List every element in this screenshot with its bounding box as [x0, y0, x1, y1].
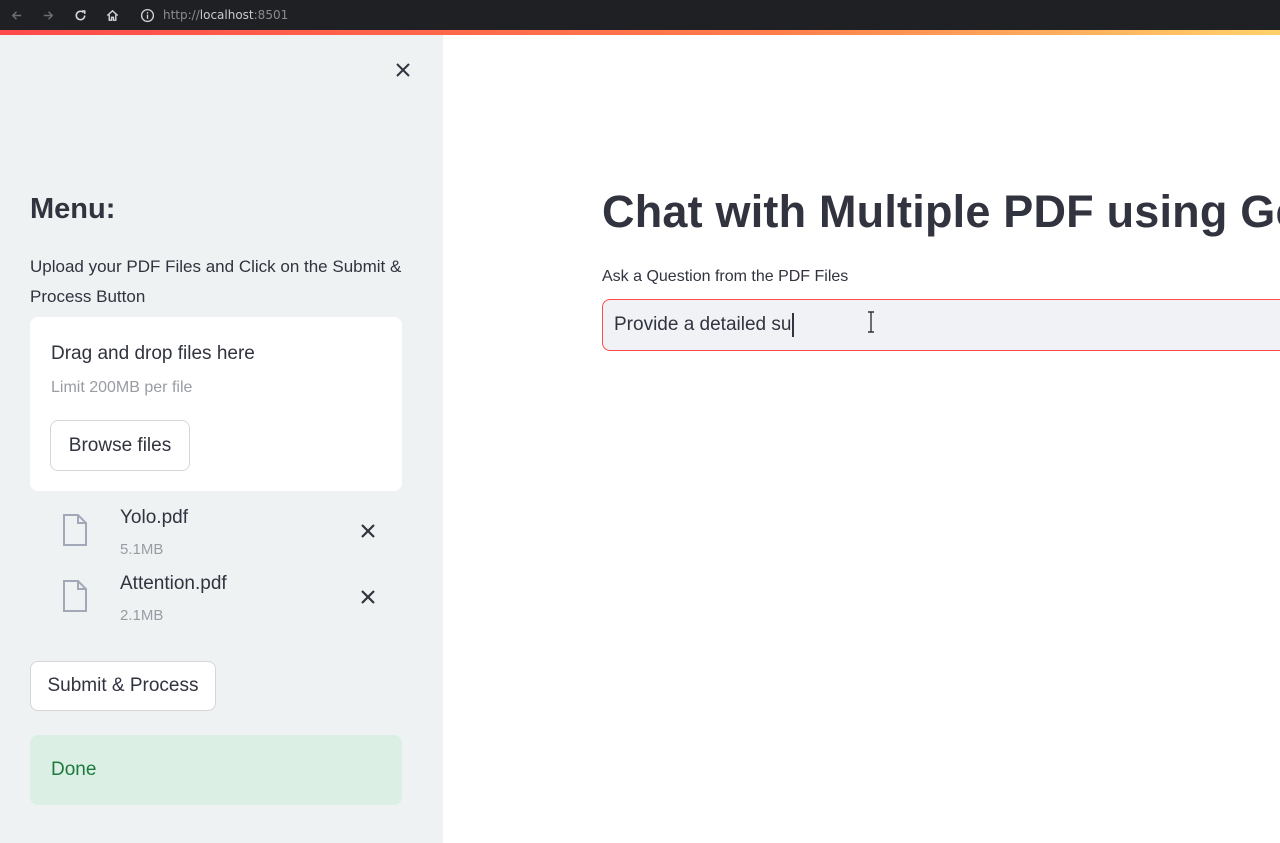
- site-info-icon[interactable]: [140, 8, 155, 23]
- back-arrow-icon[interactable]: [0, 1, 32, 29]
- sidebar: Menu: Upload your PDF Files and Click on…: [0, 35, 443, 843]
- success-alert: Done: [30, 735, 402, 805]
- submit-process-button[interactable]: Submit & Process: [30, 661, 216, 711]
- close-icon: [361, 590, 375, 604]
- question-input[interactable]: Provide a detailed su: [602, 299, 1280, 351]
- forward-arrow-icon[interactable]: [32, 1, 64, 29]
- file-name: Attention.pdf: [120, 573, 227, 594]
- success-message: Done: [51, 759, 97, 780]
- question-input-value: Provide a detailed su: [614, 314, 792, 335]
- close-icon: [396, 63, 410, 77]
- text-caret: [792, 313, 794, 337]
- browse-files-button[interactable]: Browse files: [50, 420, 190, 471]
- question-label: Ask a Question from the PDF Files: [602, 268, 849, 285]
- file-size: 2.1MB: [120, 607, 164, 624]
- browser-toolbar: http://localhost:8501: [0, 0, 1280, 30]
- dropzone-limit: Limit 200MB per file: [51, 379, 193, 396]
- url-scheme: http://: [163, 8, 200, 22]
- close-sidebar-button[interactable]: [390, 57, 416, 83]
- main-content: Chat with Multiple PDF using Gem Ask a Q…: [443, 35, 1280, 843]
- menu-title: Menu:: [30, 193, 116, 225]
- home-icon[interactable]: [96, 1, 128, 29]
- file-size: 5.1MB: [120, 541, 164, 558]
- url-text: http://localhost:8501: [163, 8, 288, 22]
- url-host: localhost: [199, 8, 254, 22]
- close-icon: [361, 524, 375, 538]
- address-bar[interactable]: http://localhost:8501: [134, 4, 294, 26]
- file-dropzone[interactable]: Drag and drop files here Limit 200MB per…: [30, 317, 402, 491]
- uploaded-file-item: Attention.pdf 2.1MB: [30, 567, 402, 627]
- uploaded-file-item: Yolo.pdf 5.1MB: [30, 501, 402, 561]
- url-port: :8501: [253, 8, 289, 22]
- file-icon: [63, 514, 87, 546]
- remove-file-button[interactable]: [356, 585, 380, 609]
- page-title: Chat with Multiple PDF using Gem: [602, 186, 1280, 237]
- remove-file-button[interactable]: [356, 519, 380, 543]
- file-name: Yolo.pdf: [120, 507, 188, 528]
- dropzone-label: Drag and drop files here: [51, 343, 255, 364]
- reload-icon[interactable]: [64, 1, 96, 29]
- menu-description: Upload your PDF Files and Click on the S…: [30, 257, 402, 306]
- text-cursor-icon: [868, 311, 874, 333]
- file-icon: [63, 580, 87, 612]
